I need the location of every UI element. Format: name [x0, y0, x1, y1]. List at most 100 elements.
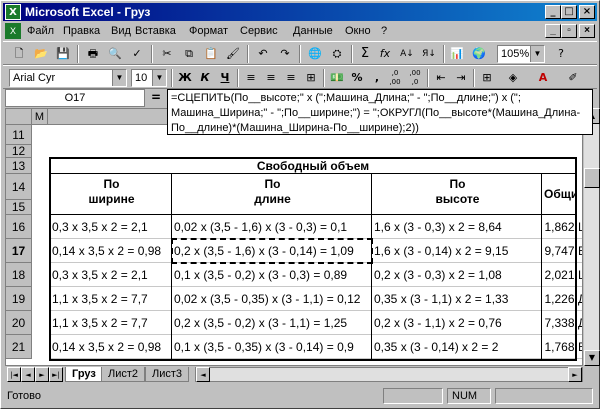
tab-list3[interactable]: Лист3: [145, 367, 190, 382]
table-cell[interactable]: 7,338: [542, 311, 576, 335]
row-header[interactable]: 19: [6, 287, 32, 311]
menu-data[interactable]: Данные: [293, 25, 333, 37]
first-sheet-icon[interactable]: |◄: [7, 367, 21, 382]
format-painter-icon[interactable]: 🖌: [223, 45, 243, 63]
close-button[interactable]: ×: [579, 5, 595, 19]
table-cell[interactable]: 0,2 x (3 - 0,3) x 2 = 1,08: [372, 263, 542, 287]
row-header[interactable]: 21: [6, 335, 32, 359]
header-by-length[interactable]: По длине: [172, 174, 372, 215]
horizontal-scrollbar[interactable]: ◄ ►: [195, 367, 583, 382]
vertical-scrollbar[interactable]: ▲ ▼: [583, 108, 600, 366]
table-cell[interactable]: 0,2 x (3 - 1,1) x 2 = 0,76: [372, 311, 542, 335]
help-icon[interactable]: ?: [551, 45, 571, 63]
title-bar[interactable]: X Microsoft Excel - Груз _ □ ×: [3, 3, 597, 21]
table-cell[interactable]: 1,862: [542, 215, 576, 239]
table-cell[interactable]: 1,226: [542, 287, 576, 311]
row-header[interactable]: 14: [6, 174, 32, 200]
spelling-icon[interactable]: ✓: [127, 45, 147, 63]
table-cell[interactable]: 0,02 x (3,5 - 1,6) x (3 - 0,3) = 0,1: [172, 215, 372, 239]
table-cell[interactable]: 2,021: [542, 263, 576, 287]
column-header-m[interactable]: M: [32, 109, 48, 125]
tab-list2[interactable]: Лист2: [101, 367, 146, 382]
header-by-height[interactable]: По высоте: [372, 174, 542, 215]
undo-icon[interactable]: ↶: [253, 45, 273, 63]
doc-close-button[interactable]: ×: [579, 24, 595, 38]
table-cell[interactable]: 0,14 x 3,5 x 2 = 0,98: [50, 335, 172, 359]
table-cell[interactable]: 0,1 x (3,5 - 0,35) x (3 - 0,14) = 0,9: [172, 335, 372, 359]
next-sheet-icon[interactable]: ►: [35, 367, 49, 382]
scroll-thumb[interactable]: [584, 168, 600, 188]
fill-color-icon[interactable]: ◈: [503, 69, 523, 87]
table-cell[interactable]: 1,6 x (3 - 0,14) x 2 = 9,15: [372, 239, 542, 263]
menu-edit[interactable]: Правка: [63, 25, 100, 37]
row-header[interactable]: 20: [6, 311, 32, 335]
header-by-width[interactable]: По ширине: [50, 174, 172, 215]
open-icon[interactable]: 📂: [31, 45, 51, 63]
table-cell[interactable]: Д: [576, 287, 582, 311]
hyperlink-icon[interactable]: 🌐: [305, 45, 325, 63]
align-left-icon[interactable]: ≡: [241, 69, 261, 87]
table-cell[interactable]: 0,3 x 3,5 x 2 = 2,1: [50, 215, 172, 239]
worksheet-grid[interactable]: M N 11 12 13 14 15 16 17 18 19 20 21 Сво…: [5, 108, 583, 366]
chevron-down-icon[interactable]: ▼: [112, 70, 126, 86]
sort-asc-icon[interactable]: A↓: [397, 45, 417, 63]
copy-icon[interactable]: ⧉: [179, 45, 199, 63]
table-cell[interactable]: E: [576, 335, 582, 359]
table-cell[interactable]: 1,1 x 3,5 x 2 = 7,7: [50, 287, 172, 311]
name-box[interactable]: O17: [5, 89, 145, 107]
save-icon[interactable]: 💾: [53, 45, 73, 63]
new-icon[interactable]: 🗋: [9, 45, 29, 63]
menu-window[interactable]: Окно: [345, 25, 371, 37]
align-right-icon[interactable]: ≡: [281, 69, 301, 87]
print-icon[interactable]: 🖶: [83, 45, 103, 63]
row-header[interactable]: 13: [6, 158, 32, 174]
zoom-select[interactable]: 105% ▼: [497, 45, 545, 63]
tab-gruz[interactable]: Груз: [65, 367, 103, 382]
table-cell[interactable]: 0,35 x (3 - 1,1) x 2 = 1,33: [372, 287, 542, 311]
table-cell[interactable]: Д: [576, 311, 582, 335]
doc-minimize-button[interactable]: _: [545, 24, 561, 38]
scroll-left-icon[interactable]: ◄: [196, 367, 210, 382]
menu-insert[interactable]: Вставка: [135, 25, 176, 37]
font-size-select[interactable]: 10 ▼: [131, 69, 167, 87]
row-header[interactable]: 11: [6, 125, 32, 145]
chart-wizard-icon[interactable]: 📊: [447, 45, 467, 63]
italic-button[interactable]: К: [195, 69, 215, 87]
minimize-button[interactable]: _: [545, 5, 561, 19]
table-cell[interactable]: 0,1 x (3,5 - 0,2) x (3 - 0,3) = 0,89: [172, 263, 372, 287]
row-header[interactable]: 16: [6, 215, 32, 239]
table-cell[interactable]: 0,3 x 3,5 x 2 = 2,1: [50, 263, 172, 287]
scroll-down-icon[interactable]: ▼: [584, 350, 600, 366]
table-title[interactable]: Свободный объем: [50, 158, 574, 174]
scroll-right-icon[interactable]: ►: [568, 367, 582, 382]
menu-format[interactable]: Формат: [189, 25, 228, 37]
row-header[interactable]: 17: [6, 239, 32, 263]
redo-icon[interactable]: ↷: [275, 45, 295, 63]
table-cell[interactable]: 0,02 x (3,5 - 0,35) x (3 - 1,1) = 0,12: [172, 287, 372, 311]
chevron-down-icon[interactable]: ▼: [152, 70, 166, 86]
table-cell[interactable]: 0,14 x 3,5 x 2 = 0,98: [50, 239, 172, 263]
preview-icon[interactable]: 🔍: [105, 45, 125, 63]
excel-icon[interactable]: X: [5, 4, 21, 20]
drawing-toggle-icon[interactable]: ✐: [563, 69, 583, 87]
menu-file[interactable]: Файл: [27, 25, 54, 37]
header-total[interactable]: Общий: [542, 174, 576, 215]
function-icon[interactable]: fx: [375, 45, 395, 63]
menu-view[interactable]: Вид: [111, 25, 131, 37]
decrease-decimal-button[interactable]: ,00 ,0: [405, 69, 425, 87]
comma-button[interactable]: ,: [367, 69, 387, 87]
table-cell[interactable]: 0,35 x (3 - 0,14) x 2 = 2: [372, 335, 542, 359]
table-cell[interactable]: 1,1 x 3,5 x 2 = 7,7: [50, 311, 172, 335]
increase-decimal-button[interactable]: ,0 ,00: [385, 69, 405, 87]
table-cell[interactable]: L: [576, 263, 582, 287]
row-header[interactable]: 12: [6, 145, 32, 158]
table-cell[interactable]: E: [576, 239, 582, 263]
last-sheet-icon[interactable]: ►|: [49, 367, 63, 382]
formula-input[interactable]: =СЦЕПИТЬ(По__высоте;" x (";Машина_Длина;…: [167, 89, 593, 135]
font-select[interactable]: Arial Cyr ▼: [9, 69, 127, 87]
table-cell[interactable]: 0,2 x (3,5 - 1,6) x (3 - 0,14) = 1,09: [172, 239, 372, 263]
prev-sheet-icon[interactable]: ◄: [21, 367, 35, 382]
menu-help[interactable]: ?: [381, 25, 387, 37]
font-color-icon[interactable]: A: [533, 69, 553, 87]
decrease-indent-icon[interactable]: ⇤: [431, 69, 451, 87]
